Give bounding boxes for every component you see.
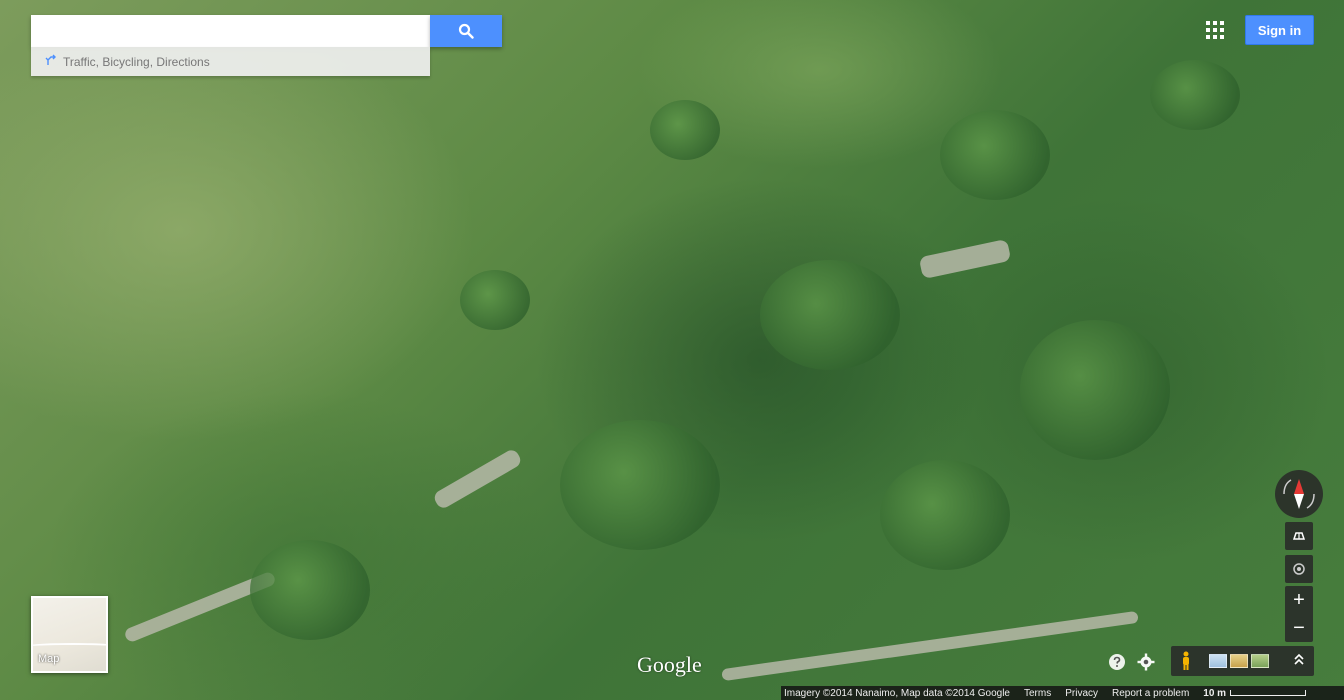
satellite-map[interactable] xyxy=(0,0,1344,700)
footer-bar: Imagery ©2014 Nanaimo, Map data ©2014 Go… xyxy=(781,686,1344,700)
tree-canopy xyxy=(650,100,720,160)
tilt-icon xyxy=(1292,532,1306,540)
compass-needle xyxy=(1283,479,1315,509)
privacy-link[interactable]: Privacy xyxy=(1065,688,1098,699)
attribution-text: Imagery ©2014 Nanaimo, Map data ©2014 Go… xyxy=(784,687,1010,699)
route-icon xyxy=(45,54,57,69)
map-road xyxy=(721,610,1139,682)
tree-canopy xyxy=(460,270,530,330)
tree-canopy xyxy=(760,260,900,370)
google-logo: Google xyxy=(637,652,702,677)
layer-thumbnail[interactable] xyxy=(1209,654,1227,668)
suggestion-text: Traffic, Bicycling, Directions xyxy=(63,54,210,69)
my-location-button[interactable] xyxy=(1285,555,1313,583)
search-input[interactable] xyxy=(31,15,430,47)
tree-canopy xyxy=(250,540,370,640)
layers-panel xyxy=(1171,646,1314,676)
compass-icon[interactable] xyxy=(1275,470,1323,518)
my-location-icon xyxy=(1293,563,1305,575)
map-road xyxy=(918,238,1012,280)
zoom-in-button[interactable]: + xyxy=(1285,586,1313,614)
zoom-out-button[interactable]: − xyxy=(1285,614,1313,642)
layer-thumbnail[interactable] xyxy=(1230,654,1248,668)
report-problem-link[interactable]: Report a problem xyxy=(1112,688,1189,699)
layer-thumbnail[interactable] xyxy=(1251,654,1269,668)
help-icon[interactable] xyxy=(1108,653,1126,671)
tree-canopy xyxy=(1150,60,1240,130)
apps-grid-icon[interactable] xyxy=(1206,21,1224,39)
tree-canopy xyxy=(1020,320,1170,460)
search-icon xyxy=(458,23,474,39)
scale-label[interactable]: 10 m xyxy=(1203,688,1226,699)
map-view-toggle[interactable]: Map xyxy=(31,596,108,673)
map-road xyxy=(431,447,524,511)
directions-suggestion[interactable]: Traffic, Bicycling, Directions xyxy=(31,47,430,76)
scale-bar xyxy=(1230,690,1307,696)
sign-in-button[interactable]: Sign in xyxy=(1245,15,1314,45)
pegman-icon[interactable] xyxy=(1179,651,1193,671)
tree-canopy xyxy=(560,420,720,550)
map-toggle-label: Map xyxy=(38,653,60,665)
tree-canopy xyxy=(940,110,1050,200)
tree-canopy xyxy=(880,460,1010,570)
chevron-up-icon[interactable] xyxy=(1293,652,1305,669)
search-button[interactable] xyxy=(430,15,502,47)
thumbnail-road xyxy=(33,643,106,651)
terms-link[interactable]: Terms xyxy=(1024,688,1051,699)
tilt-button[interactable] xyxy=(1285,522,1313,550)
gear-icon[interactable] xyxy=(1137,653,1155,671)
